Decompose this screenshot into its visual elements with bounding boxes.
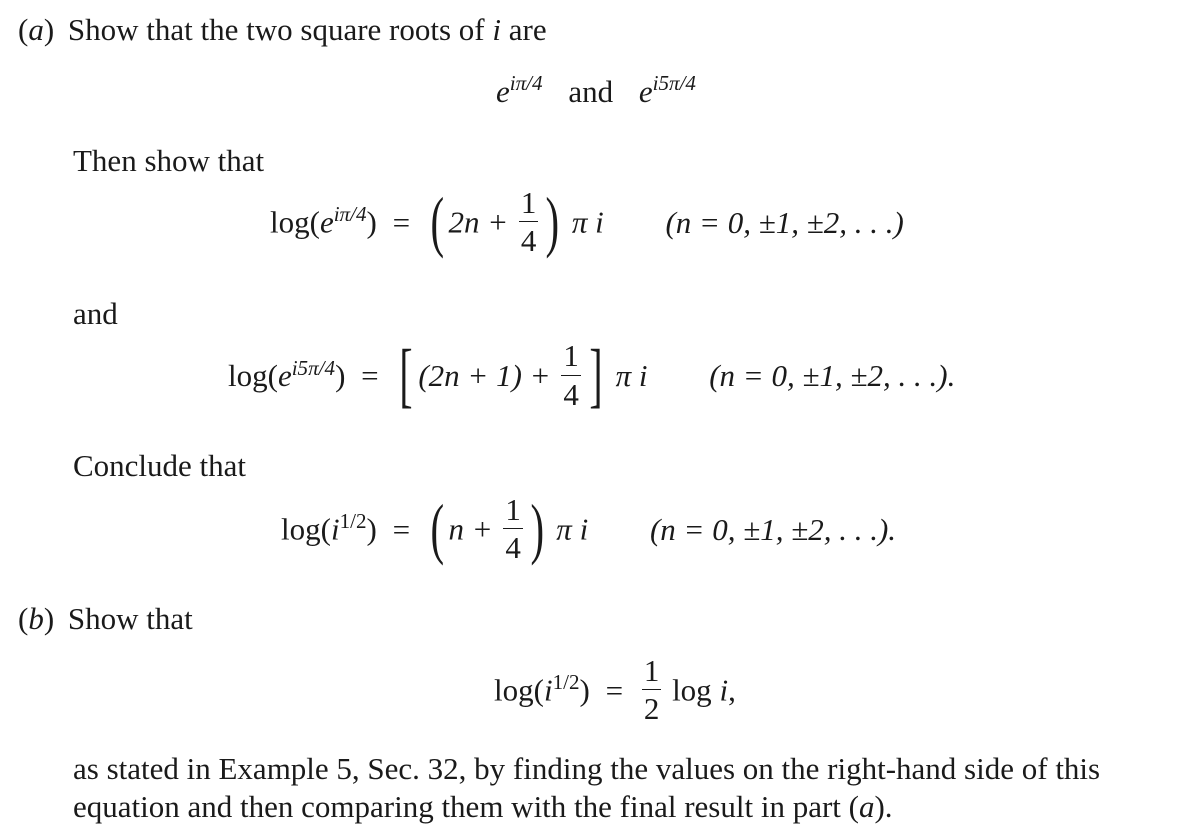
and-text: and: [73, 296, 118, 331]
closing-line-1: as stated in Example 5, Sec. 32, by find…: [73, 751, 1101, 786]
eq3-lhs-pre: log(: [281, 511, 331, 547]
equation-4: log(i1/2) = 12 log i,: [494, 654, 736, 729]
eq3-frac-num: 1: [503, 493, 523, 530]
eq4-lhs-base: i: [543, 672, 553, 708]
eq2-fraction: 14: [561, 340, 581, 411]
eq4-lhs-pre: log(: [494, 672, 544, 708]
intro-var: i: [492, 12, 501, 47]
eq1-lhs-post: ): [366, 204, 377, 240]
eq2-lhs-post: ): [335, 358, 346, 394]
eq1-inner: 2n +: [448, 204, 509, 240]
eq2-frac-den: 4: [563, 376, 579, 412]
eq3-tail: π i: [556, 511, 589, 547]
root1-base: e: [496, 74, 510, 109]
eq3-equals: =: [392, 511, 411, 547]
eq4-fraction: 12: [641, 654, 662, 727]
eq1-frac-den: 4: [520, 223, 537, 259]
roots-expression: eiπ/4 and ei5π/4: [496, 73, 696, 109]
eq1-condition: (n = 0, ±1, ±2, . . .): [665, 204, 904, 240]
eq3-close-paren: ): [530, 490, 545, 567]
equation-2: log(ei5π/4) = [(2n + 1) + 1 4] π i (n = 0…: [228, 339, 956, 415]
closing-line-2: equation and then comparing them with th…: [73, 791, 893, 822]
eq1-open-paren: (: [430, 183, 444, 260]
eq2-lhs-pre: log(: [228, 358, 278, 394]
eq4-lhs-exp: 1/2: [552, 670, 580, 695]
eq2-lhs-exp: i5π/4: [291, 355, 336, 380]
eq1-fraction: 14: [518, 186, 539, 259]
eq1-frac-num: 1: [518, 186, 539, 223]
closing-line-2-post: ).: [874, 789, 893, 824]
eq2-tail: π i: [615, 358, 648, 394]
eq4-rhs-var: i: [719, 672, 729, 708]
then-text: Then show that: [73, 143, 265, 178]
eq3-open-paren: (: [430, 490, 444, 567]
eq2-open-bracket: [: [399, 334, 413, 415]
eq1-close-paren: ): [545, 183, 560, 260]
eq3-lhs-exp: 1/2: [339, 509, 367, 534]
equation-3: log(i1/2) = (n + 1 4) π i (n = 0, ±1, ±2,…: [281, 490, 897, 568]
eq3-lhs-base: i: [330, 511, 340, 547]
eq3-inner: n +: [448, 511, 493, 547]
root2-base: e: [638, 74, 653, 109]
eq4-lhs-post: ): [579, 672, 590, 708]
root2-exponent: i5π/4: [652, 71, 696, 96]
part-b-intro: (b) Show that: [18, 603, 193, 634]
eq1-lhs-exp: iπ/4: [333, 202, 367, 227]
eq3-condition: (n = 0, ±1, ±2, . . .).: [649, 511, 897, 547]
eq2-lhs-base: e: [277, 358, 292, 394]
conclude-text: Conclude that: [73, 448, 247, 483]
roots-connector: and: [568, 74, 614, 109]
eq4-frac-num: 1: [641, 654, 662, 691]
closing-line-2-pre: equation and then comparing them with th…: [73, 789, 859, 824]
eq3-frac-den: 4: [505, 530, 521, 566]
part-b-intro-text: Show that: [67, 601, 193, 636]
eq2-close-bracket: ]: [589, 334, 603, 415]
intro-tail: are: [508, 12, 547, 47]
eq1-lhs-pre: log(: [270, 204, 320, 240]
equation-1: log(eiπ/4) = (2n + 1 4) π i (n = 0, ±1, ±…: [270, 183, 904, 261]
part-a-label: (a): [18, 12, 55, 47]
eq2-inner: (2n + 1) +: [418, 358, 551, 394]
closing-line-2-var: a: [858, 789, 875, 824]
eq4-frac-den: 2: [643, 691, 660, 727]
root1-exponent: iπ/4: [509, 71, 543, 96]
part-b-label: (b): [18, 601, 55, 636]
eq2-condition: (n = 0, ±1, ±2, . . .).: [709, 358, 956, 394]
eq3-fraction: 14: [503, 493, 523, 566]
intro-text: Show that the two square roots of: [67, 12, 485, 47]
eq3-lhs-post: ): [366, 511, 377, 547]
eq1-tail: π i: [571, 204, 604, 240]
part-a-intro: (a) Show that the two square roots of i …: [18, 14, 547, 45]
eq4-rhs-log: log: [672, 672, 712, 708]
eq1-equals: =: [392, 204, 411, 240]
eq1-lhs-base: e: [319, 204, 334, 240]
eq4-equals: =: [605, 672, 624, 708]
eq4-rhs-tail: ,: [728, 672, 736, 708]
eq2-equals: =: [361, 358, 379, 394]
eq2-frac-num: 1: [561, 340, 581, 376]
